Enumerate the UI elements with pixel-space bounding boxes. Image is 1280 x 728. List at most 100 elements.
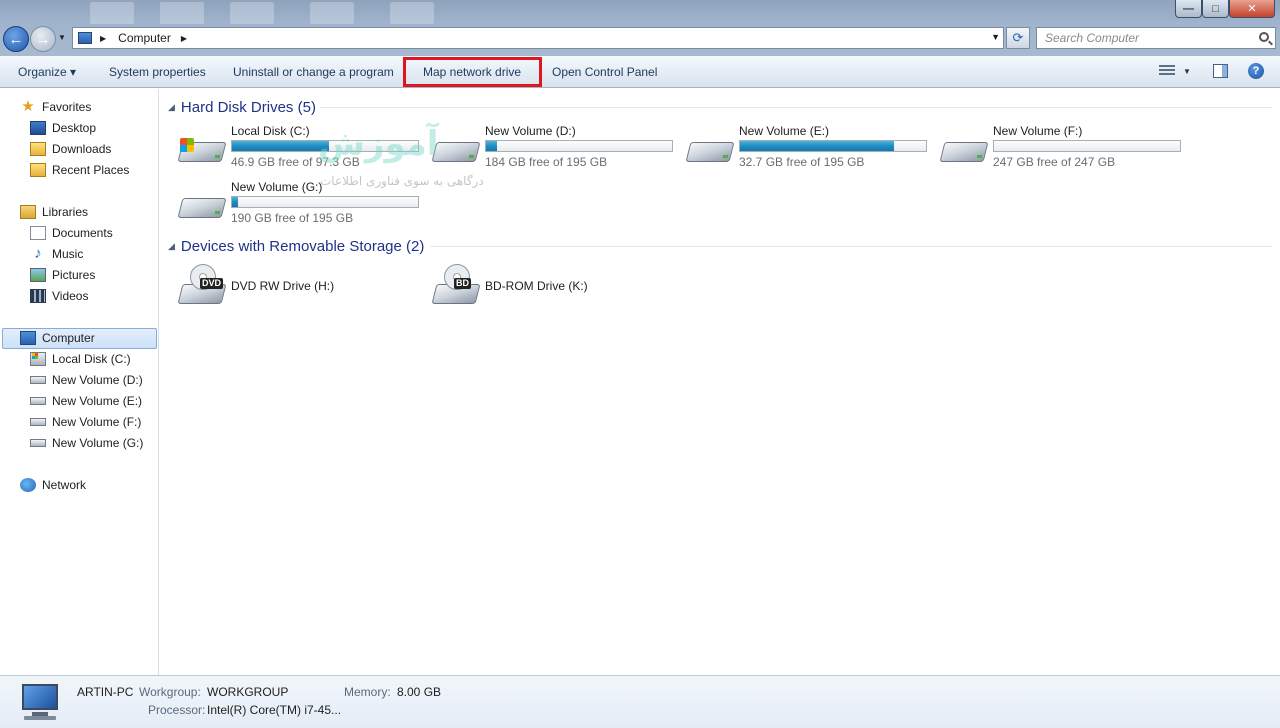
search-input[interactable]: Search Computer — [1036, 27, 1276, 49]
drive-free-space: 190 GB free of 195 GB — [231, 211, 354, 225]
nav-favorites[interactable]: ★ Favorites — [20, 98, 91, 116]
nav-libraries[interactable]: Libraries — [20, 203, 88, 221]
maximize-button[interactable]: □ — [1202, 0, 1229, 18]
group-divider — [320, 107, 1272, 108]
preview-pane-icon[interactable] — [1213, 64, 1228, 78]
hard-drive-icon — [685, 138, 735, 166]
help-icon[interactable]: ? — [1248, 63, 1264, 79]
drive-tile[interactable]: New Volume (F:) 247 GB free of 247 GB — [939, 124, 1190, 180]
view-options-dropdown[interactable]: ▼ — [1183, 67, 1191, 76]
nav-label: Libraries — [42, 205, 89, 219]
drive-free-space: 247 GB free of 247 GB — [993, 155, 1116, 169]
nav-label: New Volume (F:) — [52, 415, 142, 429]
address-dropdown-icon[interactable]: ▼ — [991, 32, 1000, 42]
drive-usage-fill — [232, 141, 329, 151]
processor-value: Intel(R) Core(TM) i7-45... — [207, 703, 342, 717]
dvd-drive-icon: DVD — [177, 264, 227, 310]
libraries-icon — [20, 205, 36, 219]
computer-icon — [78, 32, 92, 44]
taskbar-thumbnails — [80, 2, 480, 24]
refresh-icon: ⟳ — [1012, 30, 1024, 45]
drive-name: New Volume (G:) — [231, 180, 323, 194]
nav-label: Videos — [52, 289, 89, 303]
drive-free-space: 184 GB free of 195 GB — [485, 155, 608, 169]
optical-drive-tile[interactable]: BD BD-ROM Drive (K:) — [431, 260, 682, 316]
drive-free-space: 46.9 GB free of 97.3 GB — [231, 155, 360, 169]
drive-usage-bar — [231, 140, 419, 152]
drive-usage-bar — [993, 140, 1181, 152]
nav-drive-c[interactable]: Local Disk (C:) — [30, 350, 131, 368]
documents-icon — [30, 226, 46, 240]
search-icon[interactable] — [1259, 32, 1269, 42]
drive-tile[interactable]: Local Disk (C:) 46.9 GB free of 97.3 GB — [177, 124, 428, 180]
thumbnail — [390, 2, 434, 24]
drive-tile[interactable]: New Volume (E:) 32.7 GB free of 195 GB — [685, 124, 936, 180]
nav-recent-places[interactable]: Recent Places — [30, 161, 129, 179]
breadcrumb-separator-icon[interactable]: ▶ — [181, 34, 187, 43]
nav-music[interactable]: ♪ Music — [30, 245, 83, 263]
nav-drive-e[interactable]: New Volume (E:) — [30, 392, 142, 410]
computer-name: ARTIN-PC — [77, 685, 134, 699]
drive-usage-fill — [232, 197, 238, 207]
nav-drive-g[interactable]: New Volume (G:) — [30, 434, 143, 452]
drive-usage-bar — [231, 196, 419, 208]
drive-tile[interactable]: New Volume (D:) 184 GB free of 195 GB — [431, 124, 682, 180]
collapse-triangle-icon[interactable]: ◢ — [168, 241, 175, 252]
nav-label: New Volume (D:) — [52, 373, 143, 387]
nav-drive-f[interactable]: New Volume (F:) — [30, 413, 141, 431]
open-control-panel-button[interactable]: Open Control Panel — [552, 65, 657, 79]
hard-disk-group-header[interactable]: ◢ Hard Disk Drives (5) — [168, 97, 316, 117]
nav-label: Favorites — [42, 100, 92, 114]
group-divider — [430, 246, 1272, 247]
recent-pages-dropdown[interactable]: ▼ — [58, 33, 66, 42]
change-view-icon[interactable] — [1159, 65, 1175, 79]
forward-button[interactable]: → — [30, 26, 56, 52]
nav-computer[interactable]: Computer — [20, 329, 95, 347]
group-title: Hard Disk Drives (5) — [180, 98, 316, 116]
forward-arrow-icon: → — [35, 30, 51, 48]
nav-label: Desktop — [52, 121, 97, 135]
memory-value: 8.00 GB — [397, 685, 442, 699]
system-drive-icon — [30, 352, 46, 366]
nav-network[interactable]: Network — [20, 476, 86, 494]
music-icon: ♪ — [34, 245, 42, 262]
minimize-button[interactable]: — — [1175, 0, 1202, 18]
uninstall-program-button[interactable]: Uninstall or change a program — [233, 65, 394, 79]
breadcrumb-computer[interactable]: Computer — [118, 31, 171, 45]
hard-drive-icon — [177, 194, 227, 222]
nav-pictures[interactable]: Pictures — [30, 266, 95, 284]
hard-drive-icon — [30, 439, 46, 447]
address-bar[interactable]: ▶ Computer ▶ ▼ — [72, 27, 1004, 49]
computer-monitor-icon — [18, 684, 62, 722]
refresh-button[interactable]: ⟳ — [1006, 27, 1030, 49]
command-bar: Organize ▾ System properties Uninstall o… — [0, 56, 1280, 88]
collapse-triangle-icon[interactable]: ◢ — [168, 102, 175, 113]
nav-videos[interactable]: Videos — [30, 287, 88, 305]
organize-menu[interactable]: Organize ▾ — [18, 65, 76, 79]
nav-label: Local Disk (C:) — [52, 352, 131, 366]
system-properties-button[interactable]: System properties — [109, 65, 206, 79]
back-button[interactable]: ← — [3, 26, 29, 52]
breadcrumb-separator-icon[interactable]: ▶ — [100, 34, 106, 43]
drive-name: New Volume (D:) — [485, 124, 576, 138]
nav-documents[interactable]: Documents — [30, 224, 113, 242]
drive-usage-bar — [485, 140, 673, 152]
removable-group-header[interactable]: ◢ Devices with Removable Storage (2) — [168, 236, 424, 256]
nav-label: New Volume (G:) — [52, 436, 144, 450]
drive-free-space: 32.7 GB free of 195 GB — [739, 155, 865, 169]
nav-downloads[interactable]: Downloads — [30, 140, 111, 158]
title-bar: — □ ✕ ← → ▼ ▶ Computer ▶ ▼ ⟳ Search Comp… — [0, 0, 1280, 56]
optical-drive-tile[interactable]: DVD DVD RW Drive (H:) — [177, 260, 428, 316]
workgroup-label: Workgroup: — [139, 685, 201, 699]
nav-drive-d[interactable]: New Volume (D:) — [30, 371, 143, 389]
thumbnail — [160, 2, 204, 24]
nav-label: Computer — [42, 331, 95, 345]
computer-icon — [20, 331, 36, 345]
drive-name: New Volume (E:) — [739, 124, 830, 138]
recent-places-icon — [30, 163, 46, 177]
nav-desktop[interactable]: Desktop — [30, 119, 96, 137]
drive-tile[interactable]: New Volume (G:) 190 GB free of 195 GB — [177, 180, 428, 236]
thumbnail — [230, 2, 274, 24]
nav-label: Music — [52, 247, 84, 261]
close-button[interactable]: ✕ — [1229, 0, 1275, 18]
